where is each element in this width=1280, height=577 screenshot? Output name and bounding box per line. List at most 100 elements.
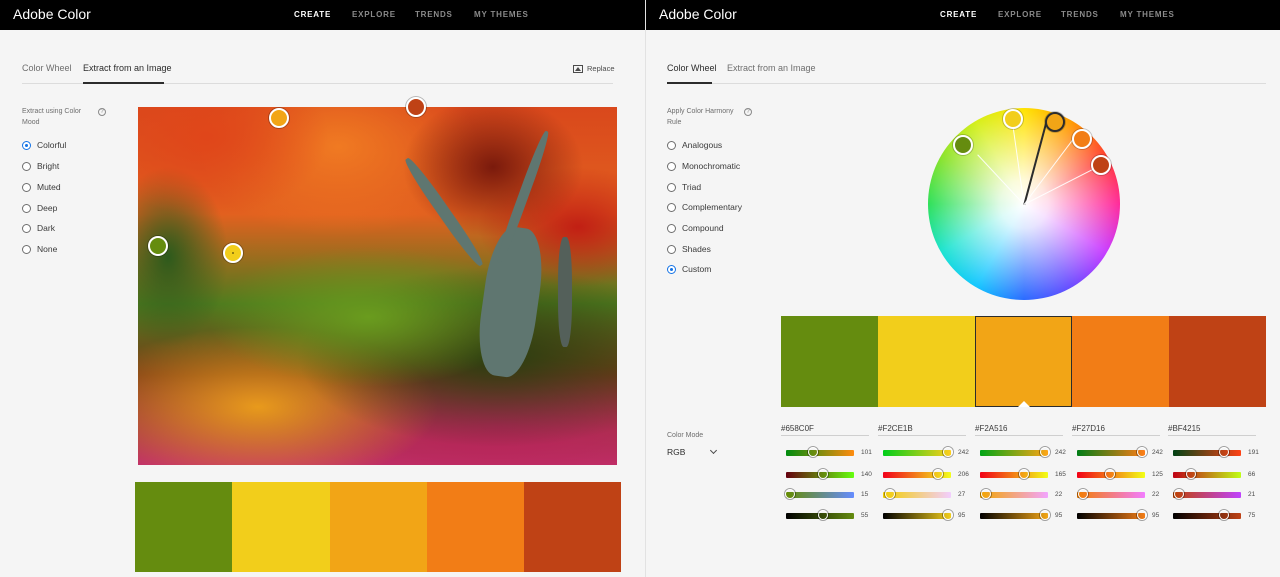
radio-icon[interactable] — [22, 161, 31, 171]
slider-handle[interactable] — [1077, 489, 1088, 499]
radio-icon[interactable] — [22, 244, 31, 254]
nav-my-themes[interactable]: MY THEMES — [474, 10, 529, 19]
hex-value[interactable]: #F27D16 — [1072, 424, 1105, 433]
slider-handle[interactable] — [1185, 469, 1196, 479]
brand-logo-text[interactable]: Adobe Color — [13, 6, 91, 22]
slider-red[interactable] — [883, 447, 953, 457]
help-icon[interactable]: ? — [744, 108, 752, 116]
slider-handle[interactable] — [1039, 447, 1050, 457]
rule-option-shades[interactable]: Shades — [667, 243, 711, 255]
tab-extract-from-image[interactable]: Extract from an Image — [83, 63, 172, 73]
slider-blue[interactable] — [785, 489, 854, 499]
replace-image-button[interactable]: Replace — [573, 64, 615, 73]
palette-swatch-3-selected[interactable] — [975, 316, 1072, 407]
hex-value[interactable]: #F2A516 — [975, 424, 1007, 433]
palette-swatch-2[interactable] — [232, 482, 330, 572]
slider-handle[interactable] — [1218, 447, 1229, 457]
radio-icon[interactable] — [22, 203, 31, 213]
source-image-autumn-forest[interactable] — [138, 107, 617, 465]
rule-option-complementary[interactable]: Complementary — [667, 201, 742, 213]
slider-red[interactable] — [980, 447, 1050, 457]
mood-option-deep[interactable]: Deep — [22, 202, 57, 214]
mood-option-bright[interactable]: Bright — [22, 160, 59, 172]
help-icon[interactable]: ? — [98, 108, 106, 116]
nav-create[interactable]: CREATE — [940, 10, 977, 19]
rule-option-custom[interactable]: Custom — [667, 263, 711, 275]
palette-swatch-4[interactable] — [427, 482, 524, 572]
tab-color-wheel[interactable]: Color Wheel — [22, 63, 72, 73]
wheel-color-handle-2[interactable] — [1003, 109, 1023, 129]
color-picker-marker-3[interactable] — [269, 108, 289, 128]
slider-handle[interactable] — [1136, 510, 1147, 520]
slider-green[interactable] — [1173, 469, 1241, 479]
slider-brightness[interactable] — [1173, 510, 1241, 520]
palette-swatch-4[interactable] — [1072, 316, 1169, 407]
nav-my-themes[interactable]: MY THEMES — [1120, 10, 1175, 19]
slider-handle[interactable] — [1173, 489, 1184, 499]
radio-icon[interactable] — [667, 182, 676, 192]
palette-swatch-5[interactable] — [1169, 316, 1266, 407]
tab-color-wheel[interactable]: Color Wheel — [667, 63, 717, 73]
radio-icon[interactable] — [667, 140, 676, 150]
rule-option-monochromatic[interactable]: Monochromatic — [667, 160, 740, 172]
slider-blue[interactable] — [1077, 489, 1145, 499]
slider-red[interactable] — [1077, 447, 1147, 457]
radio-selected-icon[interactable] — [667, 264, 676, 274]
slider-brightness[interactable] — [1077, 510, 1147, 520]
slider-green[interactable] — [980, 469, 1048, 479]
radio-icon[interactable] — [667, 202, 676, 212]
slider-handle[interactable] — [942, 510, 953, 520]
nav-create[interactable]: CREATE — [294, 10, 331, 19]
radio-icon[interactable] — [667, 244, 676, 254]
slider-brightness[interactable] — [786, 510, 854, 520]
color-picker-marker-2[interactable] — [223, 243, 243, 263]
brand-logo-text[interactable]: Adobe Color — [659, 6, 737, 22]
mood-option-muted[interactable]: Muted — [22, 181, 61, 193]
nav-explore[interactable]: EXPLORE — [998, 10, 1042, 19]
radio-icon[interactable] — [22, 182, 31, 192]
palette-swatch-3[interactable] — [330, 482, 427, 572]
slider-blue[interactable] — [980, 489, 1048, 499]
wheel-color-handle-4[interactable] — [1072, 129, 1092, 149]
slider-handle[interactable] — [932, 469, 943, 479]
radio-icon[interactable] — [667, 161, 676, 171]
hex-value[interactable]: #658C0F — [781, 424, 814, 433]
radio-selected-icon[interactable] — [22, 140, 31, 150]
slider-handle[interactable] — [885, 489, 896, 499]
nav-explore[interactable]: EXPLORE — [352, 10, 396, 19]
slider-handle[interactable] — [1039, 510, 1050, 520]
palette-swatch-1[interactable] — [135, 482, 232, 572]
slider-green[interactable] — [786, 469, 854, 479]
slider-red[interactable] — [786, 447, 854, 457]
slider-green[interactable] — [1077, 469, 1145, 479]
palette-swatch-2[interactable] — [878, 316, 975, 407]
slider-brightness[interactable] — [980, 510, 1050, 520]
nav-trends[interactable]: TRENDS — [415, 10, 453, 19]
tab-extract-from-image[interactable]: Extract from an Image — [727, 63, 816, 73]
nav-trends[interactable]: TRENDS — [1061, 10, 1099, 19]
slider-blue[interactable] — [883, 489, 951, 499]
wheel-color-handle-3[interactable] — [1045, 112, 1065, 132]
slider-handle[interactable] — [1105, 469, 1116, 479]
slider-handle[interactable] — [942, 447, 953, 457]
slider-handle[interactable] — [818, 510, 829, 520]
slider-handle[interactable] — [980, 489, 991, 499]
mood-option-dark[interactable]: Dark — [22, 222, 55, 234]
hex-value[interactable]: #F2CE1B — [878, 424, 913, 433]
color-picker-marker-1[interactable] — [148, 236, 168, 256]
mood-option-colorful[interactable]: Colorful — [22, 139, 66, 151]
color-picker-marker-5[interactable] — [406, 97, 426, 117]
slider-green[interactable] — [883, 469, 951, 479]
slider-red[interactable] — [1173, 447, 1241, 457]
color-mode-dropdown[interactable]: RGB — [667, 446, 718, 457]
wheel-color-handle-1[interactable] — [953, 135, 973, 155]
slider-handle[interactable] — [1019, 469, 1029, 479]
rule-option-analogous[interactable]: Analogous — [667, 139, 722, 151]
slider-handle[interactable] — [1136, 447, 1147, 457]
rule-option-compound[interactable]: Compound — [667, 222, 724, 234]
radio-icon[interactable] — [667, 223, 676, 233]
slider-handle[interactable] — [807, 447, 818, 457]
slider-brightness[interactable] — [883, 510, 953, 520]
mood-option-none[interactable]: None — [22, 243, 57, 255]
rule-option-triad[interactable]: Triad — [667, 181, 701, 193]
